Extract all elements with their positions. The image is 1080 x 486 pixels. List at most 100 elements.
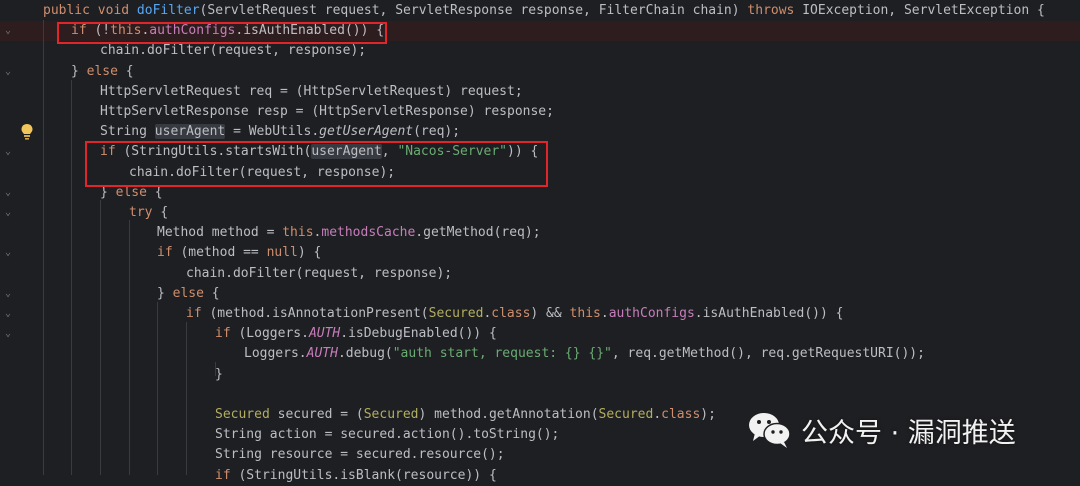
code-token: methodsCache	[321, 225, 416, 241]
code-text: Secured secured = (Secured) method.getAn…	[215, 405, 716, 425]
lightbulb-icon[interactable]	[19, 123, 35, 141]
code-line[interactable]: if (StringUtils.isBlank(resource)) {	[0, 466, 1080, 486]
code-token: chain.doFilter(request, response);	[100, 43, 367, 59]
fold-chevron-icon[interactable]: ⌄	[3, 21, 13, 41]
fold-chevron-icon[interactable]: ⌄	[3, 183, 13, 203]
code-token: }	[215, 366, 223, 382]
code-token: class	[491, 306, 531, 321]
code-token: "Nacos-Server"	[397, 144, 508, 160]
code-text: chain.doFilter(request, response);	[100, 41, 366, 61]
code-text: if (StringUtils.isBlank(resource)) {	[215, 466, 497, 486]
fold-chevron-icon[interactable]: ⌄	[3, 243, 13, 263]
code-token: doFilter	[136, 3, 200, 18]
code-line[interactable]: HttpServletResponse resp = (HttpServletR…	[0, 102, 1080, 122]
fold-chevron-icon[interactable]: ⌄	[3, 62, 13, 82]
code-token: HttpServletResponse resp = (HttpServletR…	[100, 104, 554, 119]
code-line[interactable]: chain.doFilter(request, response);	[0, 41, 1080, 61]
code-token: (method.isAnnotationPresent(	[209, 306, 429, 321]
code-token: ) &&	[530, 306, 570, 321]
code-line[interactable]: ⌄ try {	[0, 203, 1080, 223]
code-line[interactable]: ⌄ } else {	[0, 62, 1080, 82]
code-token: Secured	[363, 407, 419, 422]
code-text: Method method = this.methodsCache.getMet…	[157, 223, 541, 243]
code-token: userAgent	[311, 144, 382, 160]
code-token: .isAuthEnabled()) {	[235, 23, 385, 39]
code-line[interactable]: HttpServletRequest req = (HttpServletReq…	[0, 82, 1080, 102]
code-line[interactable]: }	[0, 365, 1080, 385]
code-token: IOException, ServletException {	[802, 3, 1045, 18]
code-token: Method method =	[157, 225, 283, 241]
code-token: , req.getMethod(), req.getRequestURI());	[611, 346, 925, 362]
code-token: secured = (	[269, 407, 364, 422]
fold-chevron-icon[interactable]: ⌄	[3, 203, 13, 223]
code-token: )) {	[507, 144, 539, 160]
indent-guide	[43, 20, 44, 475]
fold-chevron-icon[interactable]: ⌄	[3, 284, 13, 304]
code-text: HttpServletResponse resp = (HttpServletR…	[100, 102, 554, 122]
code-text: } else {	[100, 183, 163, 203]
code-token: String action = secured.action().toStrin…	[215, 427, 560, 443]
code-token: else	[86, 63, 126, 79]
code-line[interactable]: chain.doFilter(request, response);	[0, 264, 1080, 284]
code-line[interactable]: ⌄ if (method.isAnnotationPresent(Secured.…	[0, 304, 1080, 324]
code-text: HttpServletRequest req = (HttpServletReq…	[100, 82, 523, 102]
code-line[interactable]: chain.doFilter(request, response);	[0, 163, 1080, 183]
code-line[interactable]	[0, 385, 1080, 405]
code-token: Secured	[598, 407, 654, 422]
code-token: .isAuthEnabled()) {	[694, 306, 844, 321]
fold-chevron-icon[interactable]: ⌄	[3, 304, 13, 324]
code-text: } else {	[71, 62, 134, 82]
code-token: = WebUtils.	[225, 124, 320, 140]
code-token: if	[186, 306, 210, 321]
code-line[interactable]: ⌄ if (StringUtils.startsWith(userAgent, "…	[0, 142, 1080, 162]
code-text: chain.doFilter(request, response);	[186, 264, 452, 284]
code-line[interactable]: ⌄} else {	[0, 183, 1080, 203]
code-text: if (method.isAnnotationPresent(Secured. c…	[186, 304, 844, 324]
code-text: public void doFilter(ServletRequest requ…	[43, 1, 1045, 21]
code-line[interactable]: Method method = this.methodsCache.getMet…	[0, 223, 1080, 243]
code-token: .getMethod(req);	[415, 225, 541, 241]
code-token: .	[600, 306, 609, 321]
code-token: else	[115, 184, 155, 200]
code-line[interactable]: Loggers.AUTH.debug("auth start, request:…	[0, 344, 1080, 364]
code-token: {	[154, 184, 163, 200]
fold-chevron-icon[interactable]: ⌄	[3, 324, 13, 344]
code-token: {	[160, 205, 169, 220]
code-token: (StringUtils.isBlank(resource)) {	[238, 467, 497, 483]
code-token: (StringUtils.startsWith(	[123, 144, 312, 160]
code-text: }	[215, 365, 223, 385]
watermark-text: 公众号 · 漏洞推送	[801, 417, 1016, 449]
code-token: if	[215, 326, 239, 342]
watermark: 公众号 · 漏洞推送	[747, 409, 1016, 451]
code-line[interactable]: ⌄} else {	[0, 284, 1080, 304]
indent-guide	[215, 362, 216, 376]
code-token: );	[700, 407, 716, 422]
fold-chevron-icon[interactable]: ⌄	[3, 142, 13, 162]
indent-guide	[100, 200, 101, 475]
code-token: .debug(	[337, 346, 393, 362]
code-token: else	[172, 285, 212, 301]
code-text: if (StringUtils.startsWith(userAgent, "N…	[100, 142, 538, 162]
wechat-icon	[749, 413, 791, 448]
code-token: "auth start, request: {} {}"	[392, 346, 612, 362]
code-text: if (method == null) {	[157, 243, 321, 263]
code-text: if (!this.authConfigs.isAuthEnabled()) {	[71, 21, 384, 41]
code-token: getUserAgent	[319, 124, 414, 140]
code-token: this	[569, 306, 601, 321]
code-editor[interactable]: public void doFilter(ServletRequest requ…	[0, 0, 1080, 483]
code-text: String resource = secured.resource();	[215, 445, 505, 465]
code-text: String action = secured.action().toStrin…	[215, 425, 559, 445]
code-token: Secured	[215, 407, 270, 422]
code-line[interactable]: ⌄ if (!this.authConfigs.isAuthEnabled()) …	[0, 21, 1080, 42]
code-line[interactable]: public void doFilter(ServletRequest requ…	[0, 1, 1080, 21]
code-token: (method ==	[180, 245, 267, 261]
code-token: }	[157, 285, 173, 301]
code-token: try	[129, 205, 161, 220]
code-line[interactable]: String userAgent = WebUtils.getUserAgent…	[0, 122, 1080, 142]
code-token: chain.doFilter(request, response);	[186, 265, 453, 281]
code-token: }	[100, 184, 116, 200]
code-line[interactable]: ⌄ if (Loggers.AUTH.isDebugEnabled()) {	[0, 324, 1080, 344]
code-line[interactable]: ⌄ if (method == null) {	[0, 243, 1080, 263]
indent-guide	[129, 220, 130, 475]
code-text: Loggers.AUTH.debug("auth start, request:…	[244, 344, 925, 364]
